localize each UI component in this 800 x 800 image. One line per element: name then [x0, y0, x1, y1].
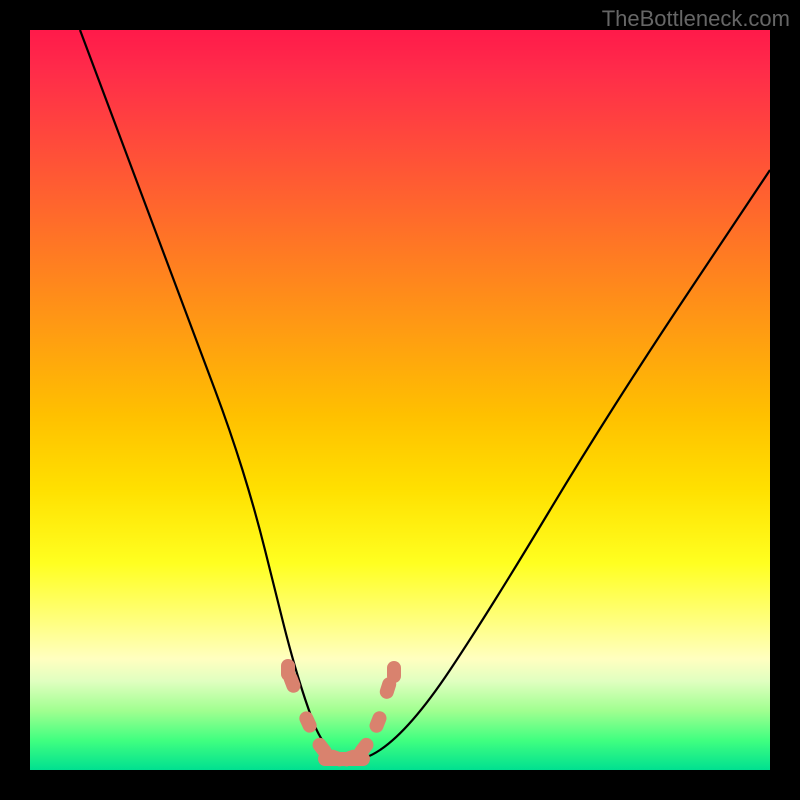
- marker-dot: [367, 709, 388, 735]
- watermark-text: TheBottleneck.com: [602, 6, 790, 32]
- marker-dot: [297, 709, 319, 735]
- marker-dot: [387, 661, 401, 683]
- bottleneck-curve: [80, 30, 770, 760]
- chart-svg: [30, 30, 770, 770]
- threshold-markers: [281, 659, 401, 768]
- valley-bar: [318, 752, 370, 766]
